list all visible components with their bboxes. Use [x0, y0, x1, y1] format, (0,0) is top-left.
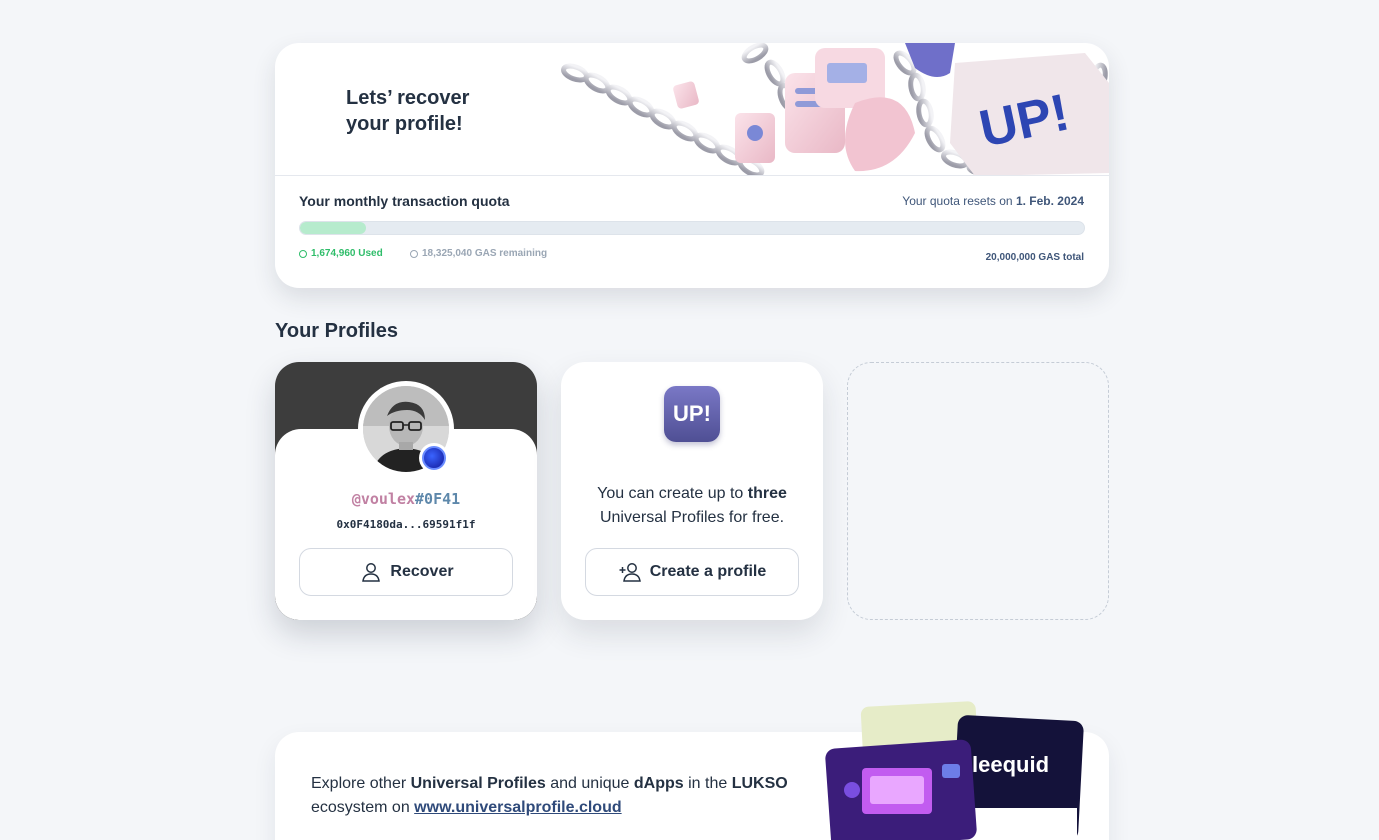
universalprofile-link[interactable]: www.universalprofile.cloud [414, 799, 621, 816]
create-text-bold: three [747, 485, 787, 502]
create-profile-card: UP! You can create up to three Universal… [561, 362, 823, 620]
create-text-prefix: You can create up to [597, 485, 744, 502]
hero-title: Lets’ recover your profile! [346, 85, 566, 137]
user-icon [362, 563, 381, 582]
add-user-icon [619, 563, 641, 582]
hero-title-line1: Lets’ recover [346, 87, 470, 109]
profile-card: @voulex#0F41 0x0F4180da...69591f1f Recov… [275, 362, 537, 620]
explore-text-2: and unique [550, 775, 630, 792]
hero-banner: Lets’ recover your profile! UP! [275, 43, 1109, 176]
quota-reset-info: Your quota resets on 1. Feb. 2024 [902, 194, 1084, 208]
up-logo: UP! [664, 386, 720, 442]
recover-button[interactable]: Recover [299, 548, 513, 596]
hero-illustration: UP! [561, 43, 1109, 175]
create-profile-text: You can create up to three Universal Pro… [577, 482, 807, 530]
identicon-badge [419, 443, 449, 473]
explore-bold-1: Universal Profiles [410, 775, 546, 792]
quota-reset-prefix: Your quota resets on [902, 194, 1013, 208]
explore-text-1: Explore other [311, 775, 407, 792]
explore-bold-2: dApps [633, 775, 684, 792]
profile-handle: @voulex#0F41 [275, 490, 537, 508]
explore-bold-3: LUKSO [731, 775, 788, 792]
profile-handle-name: @voulex [351, 490, 416, 508]
explore-text: Explore other Universal Profiles and uni… [311, 772, 821, 820]
quota-used-label: 1,674,960 Used [311, 248, 383, 259]
remaining-dot-icon [410, 249, 418, 258]
create-text-suffix: Universal Profiles for free. [599, 509, 785, 526]
quota-card: Lets’ recover your profile! UP! Your mon… [275, 43, 1109, 288]
profile-handle-tag: #0F41 [415, 490, 461, 508]
quota-remaining-label: 18,325,040 GAS remaining [422, 248, 548, 259]
explore-text-4: ecosystem on [311, 799, 410, 816]
quota-title: Your monthly transaction quota [299, 193, 510, 209]
quota-total-label: 20,000,000 GAS total [985, 252, 1084, 263]
quota-remaining-legend: 18,325,040 GAS remaining [410, 248, 547, 259]
quota-progress-track [299, 221, 1085, 235]
profile-address: 0x0F4180da...69591f1f [336, 518, 476, 531]
create-profile-button[interactable]: Create a profile [585, 548, 799, 596]
quota-used-legend: 1,674,960 Used [299, 248, 383, 259]
explore-text-3: in the [688, 775, 728, 792]
empty-profile-slot [847, 362, 1109, 620]
profiles-section-title: Your Profiles [275, 320, 398, 342]
recover-button-label: Recover [390, 563, 454, 580]
hero-title-line2: your profile! [346, 113, 463, 135]
leequid-brand: leequid [972, 752, 1049, 777]
create-profile-button-label: Create a profile [649, 563, 767, 580]
quota-reset-date: 1. Feb. 2024 [1015, 194, 1084, 208]
identicon-icon [422, 446, 446, 470]
used-dot-icon [299, 249, 307, 258]
quota-progress-fill [300, 222, 366, 234]
explore-illustration: leequid [825, 701, 1084, 840]
